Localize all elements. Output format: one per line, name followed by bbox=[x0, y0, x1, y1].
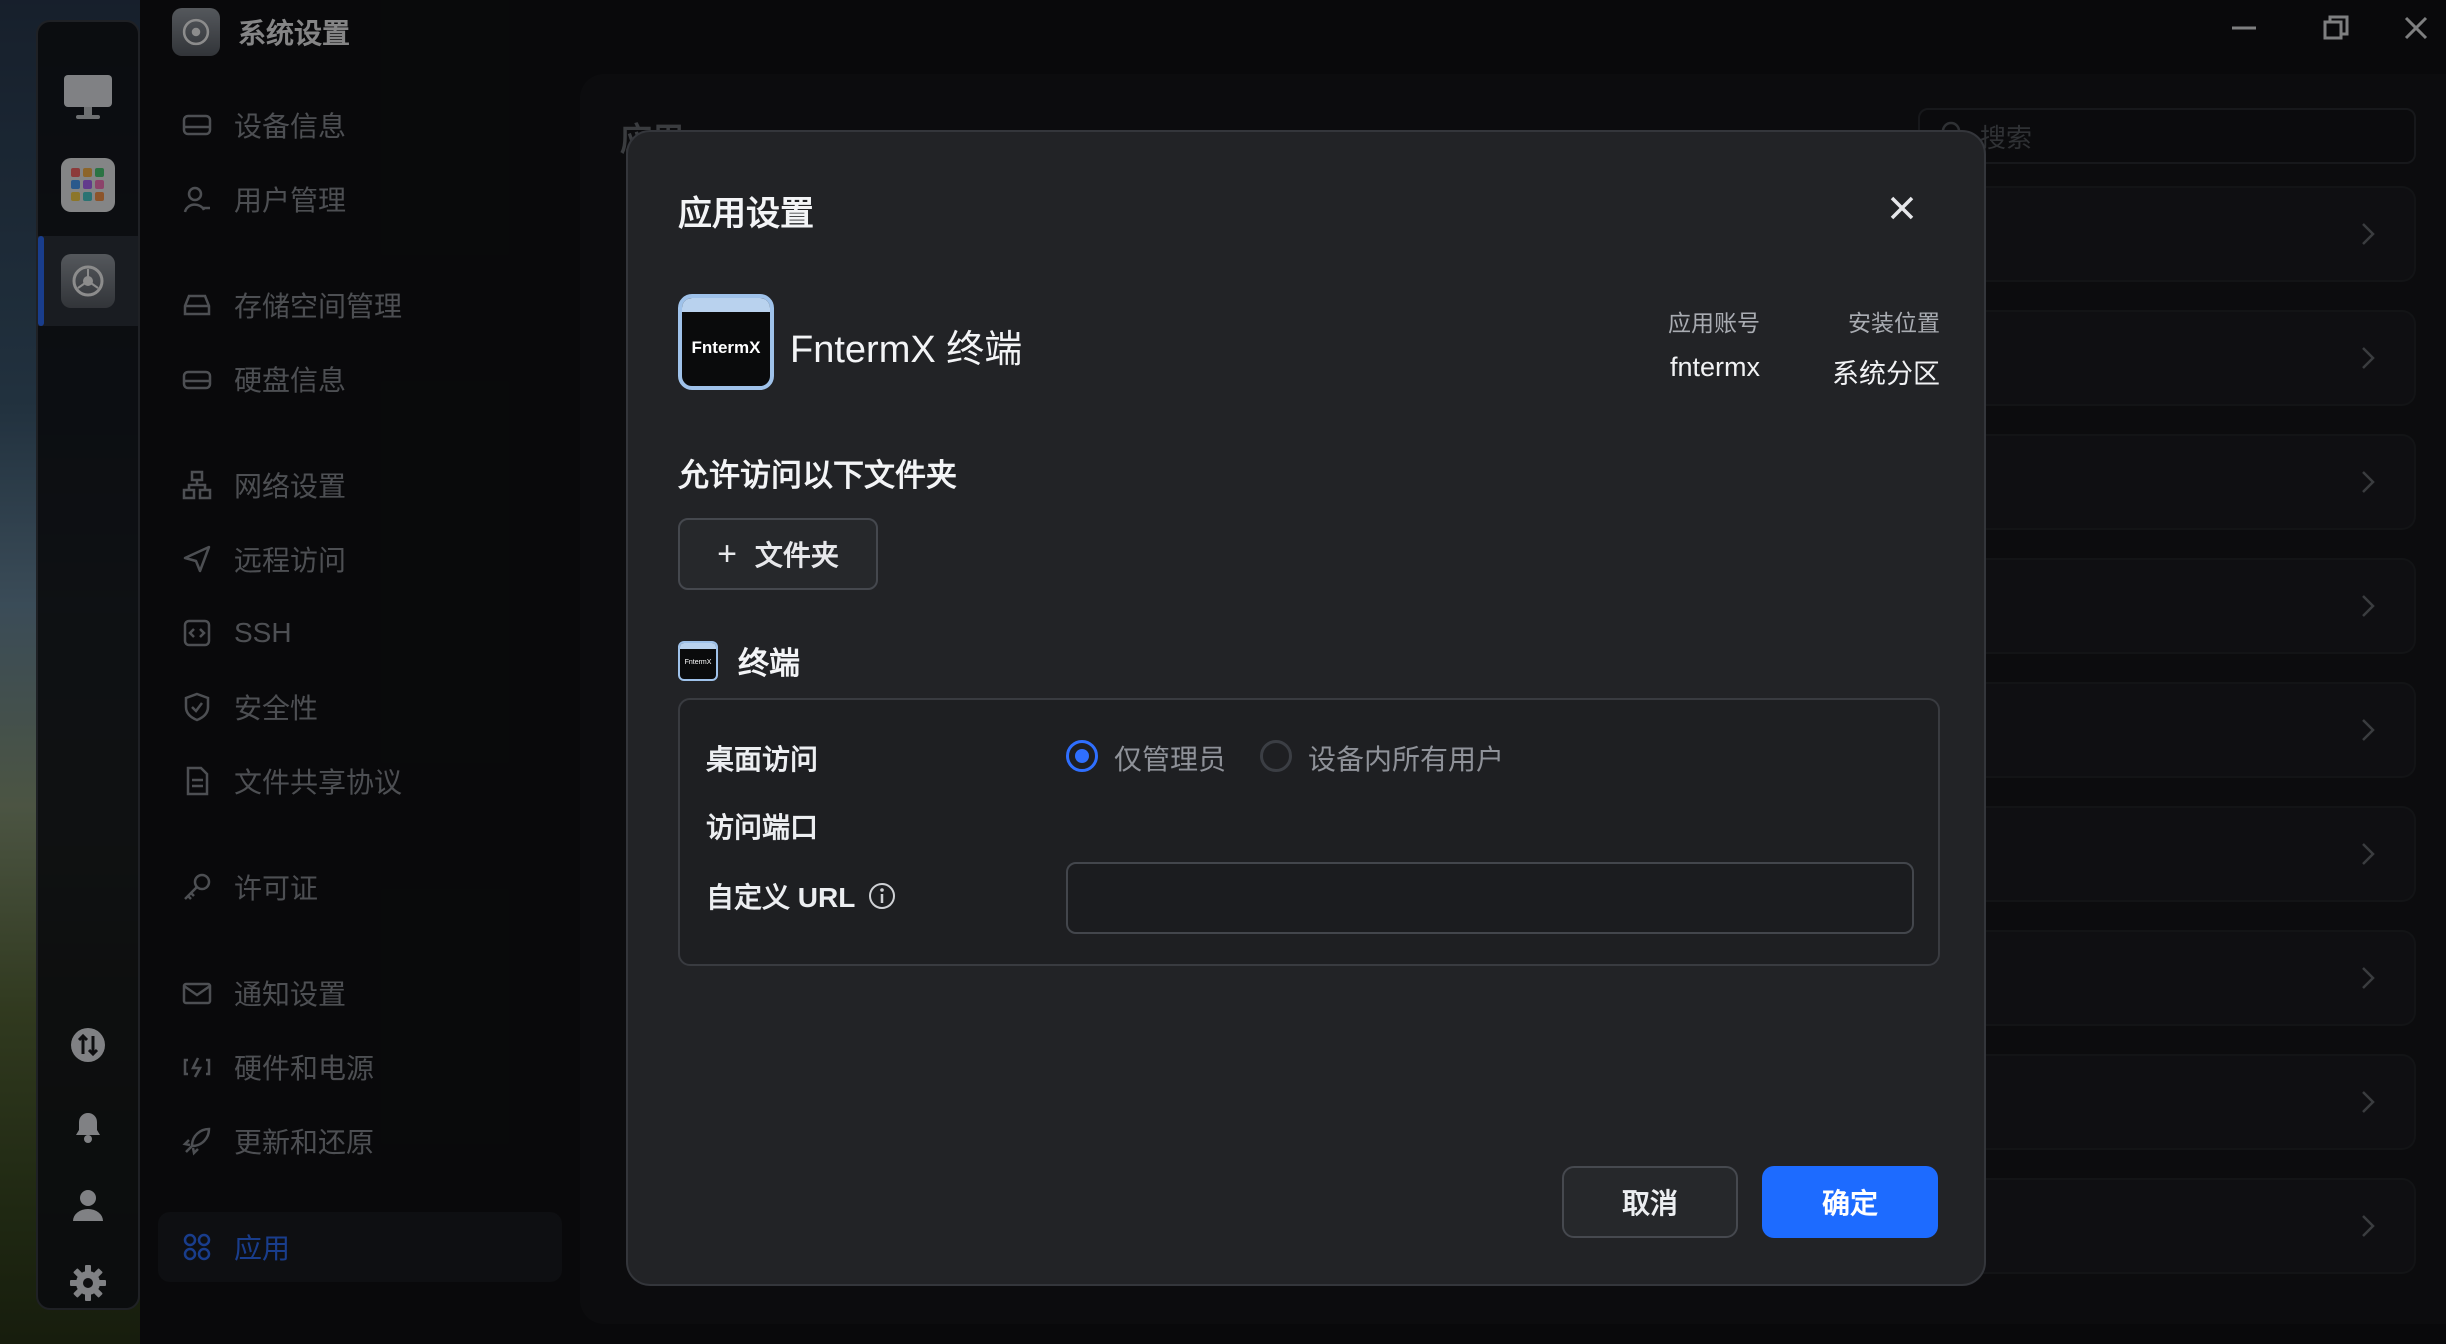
terminal-settings-panel: 桌面访问 仅管理员 设备内所有用户 访问端口 自定义 URL bbox=[678, 698, 1940, 966]
desktop-access-label: 桌面访问 bbox=[706, 744, 819, 775]
custom-url-label-row: 自定义 URL bbox=[706, 876, 897, 916]
close-icon bbox=[1888, 194, 1916, 227]
radio-admin-only-label: 仅管理员 bbox=[1114, 744, 1227, 775]
confirm-button[interactable]: 确定 bbox=[1762, 1166, 1938, 1238]
radio-all-users-label: 设备内所有用户 bbox=[1308, 744, 1505, 775]
radio-all-users[interactable] bbox=[1260, 740, 1292, 772]
radio-admin-only[interactable] bbox=[1066, 740, 1098, 772]
app-logo: FntermX bbox=[678, 294, 774, 390]
plus-icon: + bbox=[717, 534, 737, 573]
app-name: FntermX 终端 bbox=[790, 329, 1023, 371]
custom-url-input[interactable] bbox=[1066, 862, 1914, 934]
info-icon[interactable] bbox=[867, 881, 897, 911]
app-account: 应用账号 fntermx bbox=[1668, 310, 1760, 382]
terminal-section-title: 终端 bbox=[738, 646, 800, 681]
access-port-label: 访问端口 bbox=[706, 812, 819, 843]
dialog-title: 应用设置 bbox=[678, 195, 814, 233]
dialog-close-button[interactable] bbox=[1882, 190, 1922, 230]
cancel-button[interactable]: 取消 bbox=[1562, 1166, 1738, 1238]
terminal-section-header: FntermX 终端 bbox=[678, 638, 800, 683]
folders-section-title: 允许访问以下文件夹 bbox=[678, 458, 957, 493]
add-folder-button[interactable]: + 文件夹 bbox=[678, 518, 878, 590]
custom-url-label: 自定义 URL bbox=[706, 882, 856, 913]
screen: 系统设置 设备信息 用户管理 存储空间管理 硬盘信息 网络设置 远程访问 SSH… bbox=[0, 0, 2446, 1344]
terminal-app-icon: FntermX bbox=[678, 640, 718, 681]
install-location: 安装位置 系统分区 bbox=[1832, 310, 1940, 389]
app-settings-dialog: 应用设置 FntermX FntermX 终端 应用账号 fntermx 安装位… bbox=[626, 130, 1986, 1286]
